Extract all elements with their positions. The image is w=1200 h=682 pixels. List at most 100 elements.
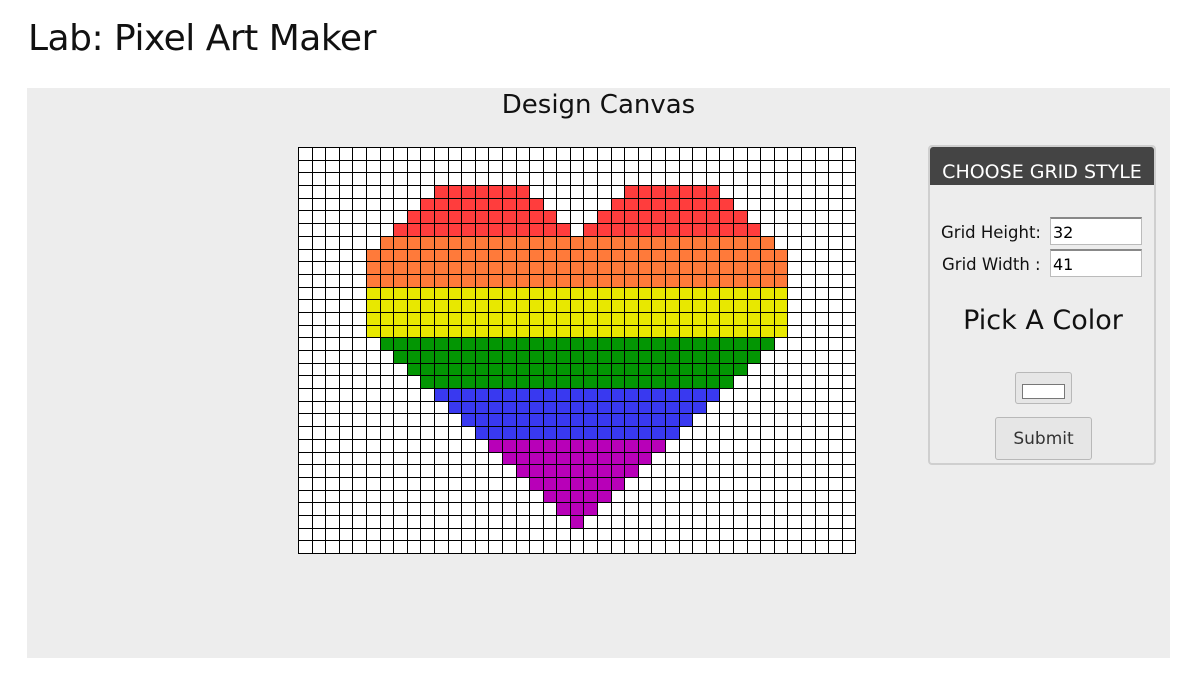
grid-cell[interactable]: [624, 476, 639, 491]
grid-cell[interactable]: [705, 362, 721, 377]
grid-cell[interactable]: [298, 210, 313, 225]
grid-cell[interactable]: [665, 438, 680, 453]
grid-cell[interactable]: [760, 261, 775, 275]
grid-cell[interactable]: [597, 362, 612, 377]
grid-cell[interactable]: [597, 527, 612, 542]
grid-cell[interactable]: [474, 451, 490, 466]
grid-cell[interactable]: [365, 540, 381, 554]
grid-cell[interactable]: [692, 413, 707, 428]
grid-cell[interactable]: [406, 540, 422, 554]
grid-cell[interactable]: [841, 286, 857, 301]
grid-cell[interactable]: [379, 464, 395, 478]
grid-cell[interactable]: [433, 286, 449, 301]
grid-cell[interactable]: [433, 159, 449, 174]
grid-cell[interactable]: [733, 362, 748, 377]
grid-cell[interactable]: [583, 223, 599, 237]
grid-cell[interactable]: [828, 223, 843, 237]
grid-cell[interactable]: [325, 413, 340, 428]
grid-cell[interactable]: [556, 299, 571, 313]
grid-cell[interactable]: [610, 223, 626, 237]
grid-cell[interactable]: [814, 147, 830, 161]
grid-cell[interactable]: [800, 514, 816, 529]
grid-cell[interactable]: [610, 502, 626, 516]
grid-cell[interactable]: [420, 172, 435, 187]
grid-cell[interactable]: [705, 527, 721, 542]
grid-cell[interactable]: [379, 299, 395, 313]
grid-cell[interactable]: [610, 400, 626, 415]
grid-cell[interactable]: [488, 286, 503, 301]
grid-cell[interactable]: [733, 489, 748, 504]
grid-cell[interactable]: [624, 464, 639, 478]
grid-cell[interactable]: [379, 159, 395, 174]
grid-cell[interactable]: [515, 299, 531, 313]
grid-cell[interactable]: [406, 185, 422, 199]
grid-cell[interactable]: [828, 273, 843, 288]
grid-cell[interactable]: [433, 197, 449, 212]
grid-cell[interactable]: [420, 476, 435, 491]
grid-cell[interactable]: [338, 350, 354, 364]
grid-cell[interactable]: [773, 438, 789, 453]
grid-cell[interactable]: [569, 464, 585, 478]
grid-cell[interactable]: [393, 197, 408, 212]
grid-cell[interactable]: [379, 476, 395, 491]
grid-cell[interactable]: [515, 172, 531, 187]
grid-cell[interactable]: [352, 350, 367, 364]
grid-cell[interactable]: [597, 210, 612, 225]
grid-cell[interactable]: [705, 210, 721, 225]
grid-cell[interactable]: [800, 159, 816, 174]
grid-cell[interactable]: [746, 185, 762, 199]
grid-cell[interactable]: [800, 540, 816, 554]
grid-cell[interactable]: [569, 527, 585, 542]
grid-cell[interactable]: [461, 476, 476, 491]
grid-cell[interactable]: [597, 235, 612, 250]
grid-cell[interactable]: [624, 400, 639, 415]
grid-cell[interactable]: [352, 540, 367, 554]
grid-cell[interactable]: [637, 388, 653, 402]
grid-cell[interactable]: [828, 248, 843, 263]
grid-cell[interactable]: [624, 159, 639, 174]
grid-cell[interactable]: [474, 147, 490, 161]
grid-cell[interactable]: [406, 438, 422, 453]
grid-cell[interactable]: [501, 476, 517, 491]
grid-cell[interactable]: [692, 540, 707, 554]
grid-cell[interactable]: [447, 514, 463, 529]
grid-cell[interactable]: [733, 337, 748, 351]
grid-cell[interactable]: [746, 413, 762, 428]
grid-cell[interactable]: [733, 235, 748, 250]
grid-cell[interactable]: [515, 514, 531, 529]
grid-cell[interactable]: [420, 223, 435, 237]
grid-cell[interactable]: [529, 337, 544, 351]
grid-cell[interactable]: [474, 527, 490, 542]
grid-cell[interactable]: [501, 159, 517, 174]
grid-cell[interactable]: [651, 350, 667, 364]
grid-cell[interactable]: [420, 362, 435, 377]
grid-cell[interactable]: [461, 248, 476, 263]
grid-cell[interactable]: [610, 514, 626, 529]
grid-cell[interactable]: [311, 438, 327, 453]
grid-cell[interactable]: [542, 147, 558, 161]
grid-cell[interactable]: [365, 388, 381, 402]
grid-cell[interactable]: [406, 502, 422, 516]
grid-cell[interactable]: [678, 261, 694, 275]
grid-cell[interactable]: [760, 388, 775, 402]
grid-cell[interactable]: [447, 489, 463, 504]
grid-cell[interactable]: [665, 286, 680, 301]
grid-cell[interactable]: [298, 235, 313, 250]
grid-cell[interactable]: [325, 261, 340, 275]
grid-cell[interactable]: [488, 388, 503, 402]
grid-cell[interactable]: [433, 527, 449, 542]
grid-cell[interactable]: [583, 261, 599, 275]
grid-cell[interactable]: [800, 311, 816, 326]
grid-cell[interactable]: [542, 527, 558, 542]
grid-cell[interactable]: [365, 514, 381, 529]
grid-cell[interactable]: [678, 514, 694, 529]
grid-cell[interactable]: [474, 172, 490, 187]
grid-cell[interactable]: [352, 362, 367, 377]
grid-cell[interactable]: [719, 540, 734, 554]
grid-cell[interactable]: [760, 451, 775, 466]
grid-cell[interactable]: [352, 337, 367, 351]
grid-cell[interactable]: [637, 172, 653, 187]
grid-cell[interactable]: [298, 451, 313, 466]
grid-cell[interactable]: [841, 540, 857, 554]
grid-cell[interactable]: [474, 261, 490, 275]
